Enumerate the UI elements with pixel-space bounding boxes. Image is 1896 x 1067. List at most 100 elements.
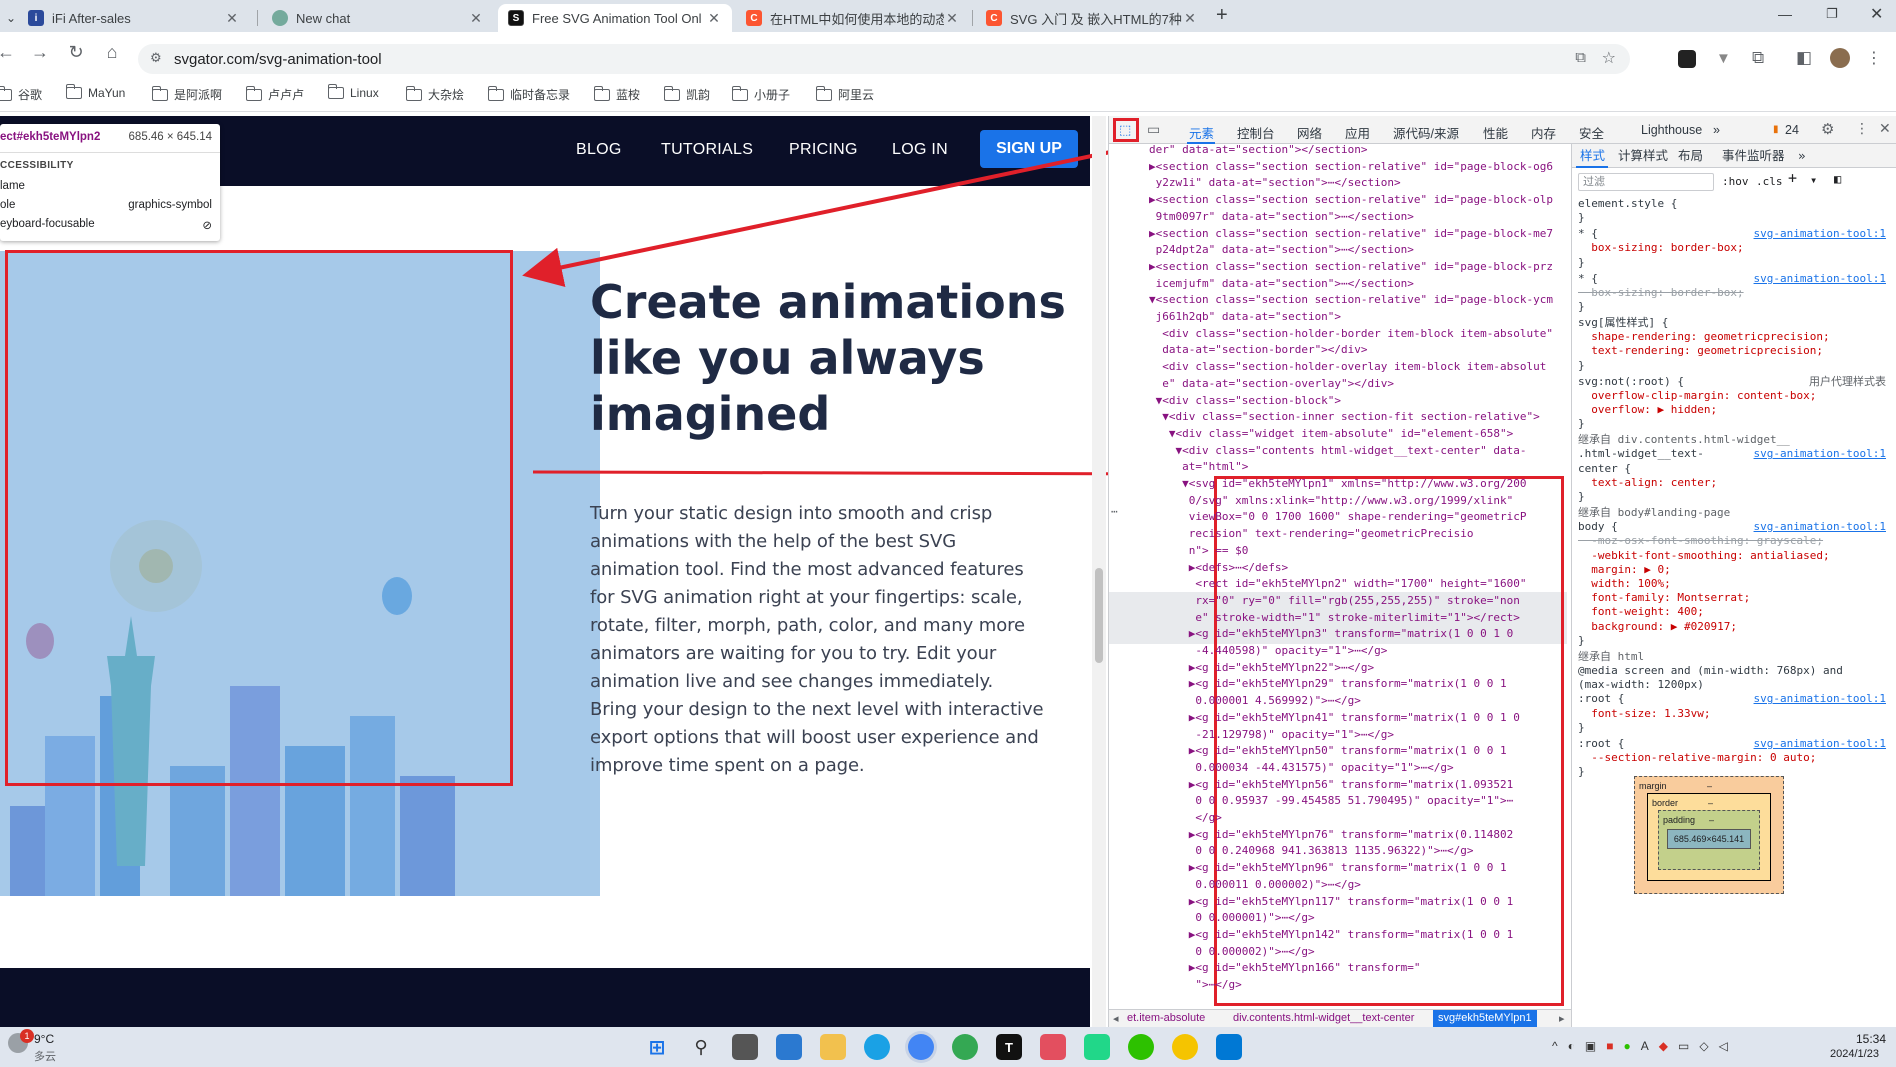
reload-button[interactable]: ↻ [64, 40, 88, 64]
dom-node-line[interactable]: 0.000034 -44.431575)" opacity="1">⋯</g> [1149, 760, 1567, 777]
dom-node-line[interactable]: ▶<section class="section section-relativ… [1149, 159, 1567, 176]
dom-node-line[interactable]: p24dpt2a" data-at="section">⋯</section> [1149, 242, 1567, 259]
tray-icon[interactable]: ▣ [1585, 1039, 1596, 1055]
dom-node-line[interactable]: -4.440598)" opacity="1">⋯</g> [1149, 643, 1567, 660]
dom-node-line[interactable]: ▶<g id="ekh5teMYlpn166" transform=" [1149, 960, 1567, 977]
chrome-dev-icon[interactable] [952, 1034, 978, 1060]
dom-node-line[interactable]: ▼<svg id="ekh5teMYlpn1" xmlns="http://ww… [1149, 476, 1567, 493]
monitor-icon[interactable]: ▭ [1678, 1039, 1689, 1055]
close-icon[interactable]: ✕ [224, 10, 240, 27]
dom-node-line[interactable]: icemjufm" data-at="section">⋯</section> [1149, 276, 1567, 293]
dom-node-line[interactable]: <div class="section-holder-border item-b… [1149, 326, 1567, 343]
dom-node-line[interactable]: ▶<defs>⋯</defs> [1149, 560, 1567, 577]
extension-icon[interactable]: ▼ [1716, 50, 1731, 67]
device-toolbar-icon[interactable]: ▭ [1147, 121, 1160, 138]
tab-sources[interactable]: 源代码/来源 [1393, 123, 1459, 142]
dom-node-line[interactable]: ▼<div class="contents html-widget__text-… [1149, 443, 1567, 460]
dom-node-line[interactable]: ▶<g id="ekh5teMYlpn3" transform="matrix(… [1149, 626, 1567, 643]
sidebar-toggle-icon[interactable]: ◧ [1834, 172, 1841, 187]
tab-csdn-2[interactable]: C SVG 入门 及 嵌入HTML的7种方 ✕ [976, 4, 1208, 32]
dom-node-line[interactable]: ▶<section class="section section-relativ… [1149, 192, 1567, 209]
dom-node-line[interactable]: 0/svg" xmlns:xlink="http://www.w3.org/19… [1149, 493, 1567, 510]
dom-node-line[interactable]: j661h2qb" data-at="section"> [1149, 309, 1567, 326]
dom-node-line[interactable]: 0 0.000002)">⋯</g> [1149, 944, 1567, 961]
dom-node-line[interactable]: ▼<div class="widget item-absolute" id="e… [1149, 426, 1567, 443]
cls-toggle[interactable]: .cls [1756, 175, 1783, 190]
file-explorer-icon[interactable] [820, 1034, 846, 1060]
app-icon[interactable] [1172, 1034, 1198, 1060]
menu-icon[interactable]: ⋮ [1866, 48, 1882, 68]
dom-node-line[interactable]: ▶<g id="ekh5teMYlpn117" transform="matri… [1149, 894, 1567, 911]
bookmark-item[interactable]: 蓝桉 [593, 85, 640, 103]
breadcrumb-item[interactable]: div.contents.html-widget__text-center [1233, 1012, 1414, 1024]
dom-node-line[interactable]: ▼<section class="section section-relativ… [1149, 292, 1567, 309]
dom-node-line[interactable]: -21.129798)" opacity="1">⋯</g> [1149, 727, 1567, 744]
dom-node-line[interactable]: 0 0.000001)">⋯</g> [1149, 910, 1567, 927]
dom-node-line[interactable]: ▶<g id="ekh5teMYlpn41" transform="matrix… [1149, 710, 1567, 727]
dom-node-line[interactable]: ▶<g id="ekh5teMYlpn56" transform="matrix… [1149, 777, 1567, 794]
tab-svgator[interactable]: S Free SVG Animation Tool Onl ✕ [498, 4, 732, 32]
dom-node-line[interactable]: 0 0 0.95937 -99.454585 51.790495)" opaci… [1149, 793, 1567, 810]
bookmark-item[interactable]: 临时备忘录 [487, 85, 570, 103]
bookmark-item[interactable]: Linux [327, 84, 379, 100]
edge-icon[interactable] [864, 1034, 890, 1060]
style-source-link[interactable]: svg-animation-tool:1 [1754, 447, 1886, 462]
style-source-link[interactable]: svg-animation-tool:1 [1754, 272, 1886, 287]
extension-icon[interactable] [1678, 50, 1696, 68]
dom-node-line[interactable]: <rect id="ekh5teMYlpn2" width="1700" hei… [1149, 576, 1567, 593]
clock-date[interactable]: 2024/1/23 [1830, 1048, 1879, 1060]
webstorm-icon[interactable] [1084, 1034, 1110, 1060]
sidepanel-icon[interactable]: ◧ [1796, 48, 1812, 68]
tab-styles[interactable]: 样式 [1580, 148, 1605, 164]
jetbrains-icon[interactable] [1040, 1034, 1066, 1060]
dom-node-line[interactable]: recision" text-rendering="geometricPreci… [1149, 526, 1567, 543]
inspect-element-button[interactable]: ⬚ [1113, 118, 1139, 142]
tab-csdn-1[interactable]: C 在HTML中如何使用本地的动态 ✕ [736, 4, 970, 32]
tab-network[interactable]: 网络 [1297, 123, 1322, 142]
scrollbar-thumb[interactable] [1095, 568, 1103, 663]
vscode-icon[interactable] [1216, 1034, 1242, 1060]
wechat-tray-icon[interactable]: ● [1623, 1039, 1630, 1055]
back-button[interactable]: ← [0, 40, 18, 64]
typora-icon[interactable]: T [996, 1034, 1022, 1060]
elements-tree[interactable]: der" data-at="section"></section> ▶<secti… [1109, 144, 1567, 1013]
bookmark-item[interactable]: 是阿派啊 [151, 85, 222, 103]
styles-filter-input[interactable]: 过滤 [1578, 173, 1714, 191]
ime-icon[interactable]: A [1641, 1039, 1649, 1055]
store-icon[interactable] [776, 1034, 802, 1060]
close-icon[interactable]: ✕ [468, 10, 484, 27]
bookmark-item[interactable]: 大杂烩 [405, 85, 464, 103]
breadcrumb-right-icon[interactable]: ▸ [1559, 1012, 1565, 1025]
network-icon[interactable]: ◇ [1699, 1039, 1708, 1055]
dom-node-line[interactable]: ▶<g id="ekh5teMYlpn96" transform="matrix… [1149, 860, 1567, 877]
dom-node-line[interactable]: e" data-at="section-overlay"></div> [1149, 376, 1567, 393]
tab-event-listeners[interactable]: 事件监听器 [1722, 148, 1785, 164]
restore-button[interactable]: ❐ [1826, 6, 1838, 22]
style-source-link[interactable]: 用户代理样式表 [1809, 375, 1886, 390]
settings-gear-icon[interactable]: ⚙ [1821, 120, 1834, 138]
style-source-link[interactable]: svg-animation-tool:1 [1754, 520, 1886, 535]
task-view-icon[interactable] [732, 1034, 758, 1060]
home-button[interactable]: ⌂ [100, 40, 124, 64]
dom-node-line[interactable]: at="html"> [1149, 459, 1567, 476]
bookmark-item[interactable]: 凯韵 [663, 85, 710, 103]
kebab-menu-icon[interactable]: ⋮ [1855, 120, 1869, 137]
dom-node-line[interactable]: ▶<g id="ekh5teMYlpn22">⋯</g> [1149, 660, 1567, 677]
style-source-link[interactable]: svg-animation-tool:1 [1754, 227, 1886, 242]
omnibox[interactable]: ⚙ svgator.com/svg-animation-tool ⧉ ☆ [138, 44, 1630, 74]
weather-widget[interactable]: 1 [6, 1029, 34, 1059]
dom-node-line[interactable]: ▶<section class="section section-relativ… [1149, 226, 1567, 243]
breadcrumb-item[interactable]: et.item-absolute [1127, 1012, 1205, 1024]
search-icon[interactable]: ⚲ [688, 1034, 714, 1060]
bookmark-item[interactable]: 卢卢卢 [245, 85, 304, 103]
dom-node-line[interactable]: ▶<g id="ekh5teMYlpn76" transform="matrix… [1149, 827, 1567, 844]
tab-computed[interactable]: 计算样式 [1618, 148, 1668, 164]
install-app-icon[interactable]: ⧉ [1575, 49, 1586, 66]
dom-node-line[interactable]: </g> [1149, 810, 1567, 827]
tab-new-chat[interactable]: New chat ✕ [262, 4, 494, 32]
tab-performance[interactable]: 性能 [1483, 123, 1508, 142]
tab-console[interactable]: 控制台 [1237, 123, 1275, 142]
style-source-link[interactable]: svg-animation-tool:1 [1754, 692, 1886, 707]
site-info-icon[interactable]: ⚙ [150, 50, 162, 66]
bookmark-star-icon[interactable]: ☆ [1602, 48, 1616, 68]
